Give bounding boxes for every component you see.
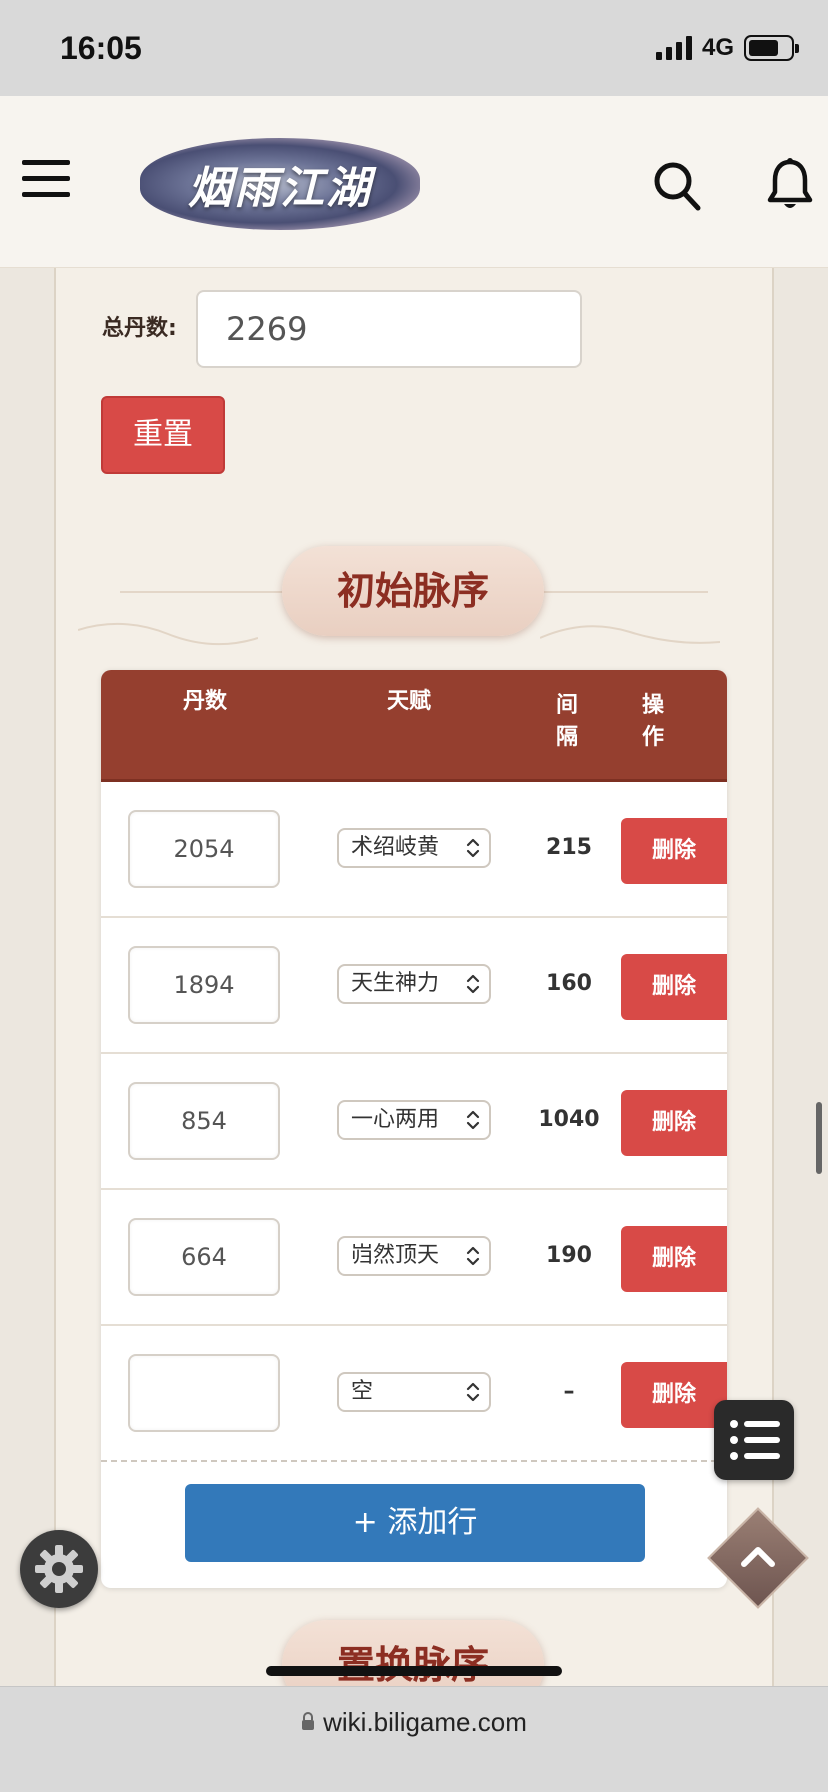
delete-row-button[interactable]: 删除 [621, 1226, 727, 1292]
talent-select[interactable]: 一心两用 [337, 1100, 491, 1140]
title-divider-right [538, 591, 708, 593]
table-row: 1894 天生神力 160 删除 [101, 918, 727, 1054]
main-content: 总丹数: 2269 重置 初始脉序 丹数 天赋 间隔 操作 2054 术绍岐黄 … [0, 268, 828, 1686]
section-title-initial: 初始脉序 [282, 546, 544, 636]
chevron-updown-icon [466, 1246, 480, 1266]
delete-row-button[interactable]: 删除 [621, 818, 727, 884]
column-header-dan: 丹数 [182, 689, 227, 714]
table-row: 664 岿然顶天 190 删除 [101, 1190, 727, 1326]
wave-ornament-right [540, 625, 720, 644]
reset-button[interactable]: 重置 [101, 396, 225, 474]
url-text: wiki.biligame.com [323, 1707, 527, 1737]
add-row-button[interactable]: + 添加行 [185, 1484, 645, 1562]
menu-icon[interactable] [22, 160, 70, 200]
delete-row-button[interactable]: 删除 [621, 1090, 727, 1156]
table-row: 2054 术绍岐黄 215 删除 [101, 782, 727, 918]
column-header-interval: 间隔 [555, 693, 578, 750]
section-title-replace: 置换脉序 [282, 1620, 544, 1686]
talent-select-value: 岿然顶天 [351, 1243, 440, 1268]
interval-value: – [563, 1379, 575, 1404]
meridian-table: 丹数 天赋 间隔 操作 2054 术绍岐黄 215 删除 1894 天生神力 1… [101, 670, 727, 1588]
delete-row-button[interactable]: 删除 [621, 1362, 727, 1428]
table-divider [101, 1460, 727, 1462]
battery-level [749, 40, 778, 56]
table-row: 空 – 删除 [101, 1326, 727, 1462]
interval-value: 215 [546, 835, 592, 860]
site-header: 烟雨江湖 [0, 96, 828, 268]
dan-input[interactable]: 2054 [128, 810, 280, 888]
network-type: 4G [701, 34, 734, 61]
gear-icon[interactable] [20, 1530, 98, 1608]
dan-input[interactable]: 1894 [128, 946, 280, 1024]
column-header-talent: 天赋 [386, 689, 431, 714]
home-indicator[interactable] [266, 1666, 562, 1676]
browser-url-bar[interactable]: wiki.biligame.com [0, 1686, 828, 1792]
column-header-action: 操作 [641, 693, 664, 750]
talent-select-value: 术绍岐黄 [351, 835, 440, 860]
talent-select-value: 一心两用 [351, 1107, 440, 1132]
interval-value: 190 [546, 1243, 592, 1268]
status-bar: 16:05 4G [0, 0, 828, 96]
talent-select-value: 空 [351, 1379, 374, 1404]
interval-value: 1040 [538, 1107, 600, 1132]
chevron-up-icon[interactable] [732, 1532, 784, 1584]
status-indicators: 4G [655, 34, 799, 62]
talent-select[interactable]: 空 [337, 1372, 491, 1412]
url-display[interactable]: wiki.biligame.com [0, 1707, 828, 1738]
list-icon[interactable] [714, 1400, 794, 1480]
bell-icon[interactable] [766, 156, 814, 212]
lock-icon [302, 1712, 315, 1731]
chevron-updown-icon [466, 1110, 480, 1130]
chevron-updown-icon [466, 1382, 480, 1402]
talent-select[interactable]: 天生神力 [337, 964, 491, 1004]
chevron-updown-icon [466, 838, 480, 858]
search-icon[interactable] [652, 160, 702, 212]
logo-text: 烟雨江湖 [188, 163, 372, 214]
talent-select[interactable]: 术绍岐黄 [337, 828, 491, 868]
site-logo[interactable]: 烟雨江湖 [140, 138, 420, 230]
battery-icon [744, 35, 799, 61]
total-dan-input[interactable]: 2269 [196, 290, 582, 368]
wave-ornament-left [78, 622, 258, 646]
interval-value: 160 [546, 971, 592, 996]
status-time: 16:05 [60, 30, 142, 66]
signal-icon [655, 36, 692, 60]
table-header: 丹数 天赋 间隔 操作 [101, 670, 727, 782]
delete-row-button[interactable]: 删除 [621, 954, 727, 1020]
talent-select-value: 天生神力 [351, 971, 440, 996]
dan-input[interactable] [128, 1354, 280, 1432]
scrollbar-thumb[interactable] [816, 1102, 822, 1174]
dan-input[interactable]: 854 [128, 1082, 280, 1160]
talent-select[interactable]: 岿然顶天 [337, 1236, 491, 1276]
total-dan-label: 总丹数: [102, 316, 177, 341]
title-divider-left [120, 591, 290, 593]
table-row: 854 一心两用 1040 删除 [101, 1054, 727, 1190]
dan-input[interactable]: 664 [128, 1218, 280, 1296]
chevron-updown-icon [466, 974, 480, 994]
